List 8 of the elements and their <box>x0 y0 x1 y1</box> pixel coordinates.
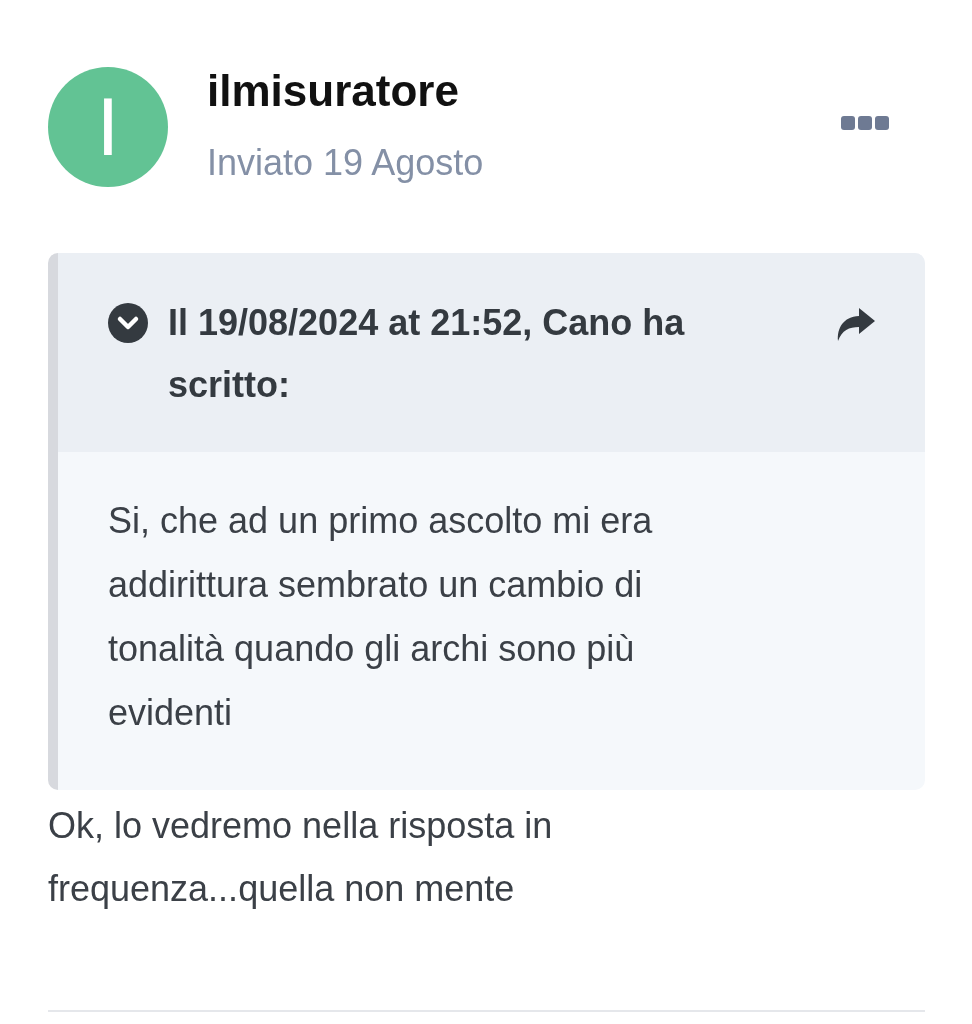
quote-attribution: Il 19/08/2024 at 21:52, Cano ha scritto: <box>168 301 686 407</box>
post-date: Inviato 19 Agosto <box>207 142 484 184</box>
more-options-icon[interactable] <box>841 116 889 130</box>
quoted-text: Si, che ad un primo ascolto mi era addirittura sembrato un cambio di tonalità quando gli archi sono più evidenti <box>108 499 654 735</box>
author-name[interactable]: ilmisuratore <box>207 67 459 115</box>
share-arrow-icon[interactable] <box>835 308 875 341</box>
reply-text: Ok, lo vedremo nella risposta in frequenza...quella non mente <box>48 804 554 911</box>
chevron-down-icon[interactable] <box>108 303 148 343</box>
